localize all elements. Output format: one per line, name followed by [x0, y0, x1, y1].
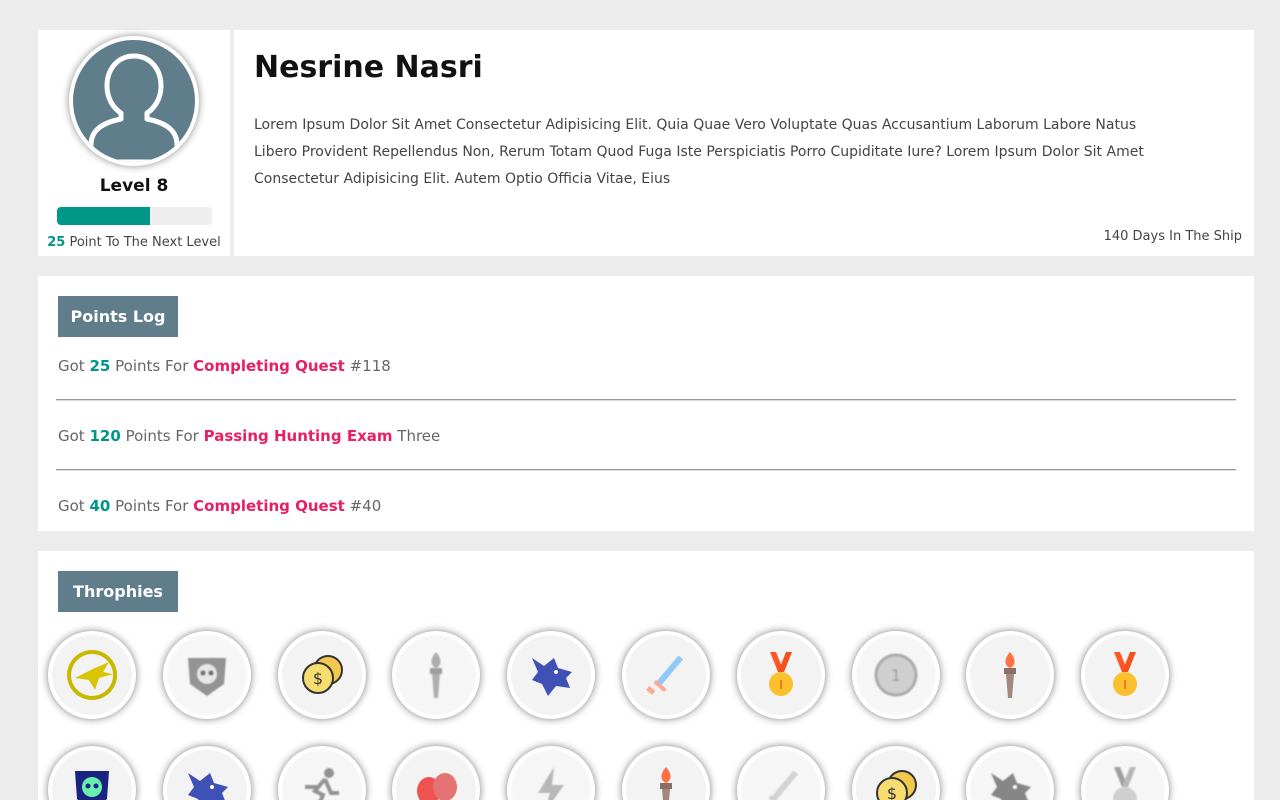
- sword-icon: [740, 750, 821, 800]
- trophy-badge[interactable]: [507, 746, 596, 800]
- log-suffix: #118: [349, 357, 391, 375]
- silver-coin-icon: 1: [855, 635, 936, 715]
- svg-text:I: I: [1123, 678, 1127, 692]
- user-name: Nesrine Nasri: [254, 50, 483, 85]
- gold-medal-icon: I: [1085, 635, 1166, 715]
- trophies-title: Throphies: [58, 571, 178, 612]
- log-action[interactable]: Completing Quest: [193, 497, 345, 515]
- log-action[interactable]: Completing Quest: [193, 357, 345, 375]
- gold-medal-icon: I: [740, 635, 821, 715]
- torch-icon: [396, 635, 477, 715]
- log-points: 120: [89, 427, 121, 445]
- log-middle: Points For: [125, 427, 199, 445]
- trophy-badge[interactable]: [622, 746, 710, 800]
- svg-text:$: $: [887, 784, 897, 800]
- trophy-badge[interactable]: I: [736, 631, 825, 719]
- lightning-icon: [511, 750, 592, 800]
- next-level-text: 25 Point To The Next Level: [38, 235, 230, 250]
- trophy-badge[interactable]: [736, 746, 825, 800]
- next-level-points: 25: [47, 235, 66, 250]
- level-progress-bar: [57, 207, 212, 225]
- days-in-ship: 140 Days In The Ship: [1103, 229, 1242, 244]
- trophy-badge[interactable]: I: [1081, 631, 1170, 719]
- silver-medal-icon: [1085, 750, 1166, 800]
- trophy-badge[interactable]: 1: [851, 631, 940, 719]
- trophy-badge[interactable]: [392, 631, 481, 719]
- log-entry: Got 120 Points For Passing Hunting Exam …: [58, 427, 440, 445]
- trophy-badge[interactable]: [392, 746, 481, 800]
- wolf-head-icon: [970, 750, 1051, 800]
- svg-text:I: I: [779, 678, 783, 692]
- log-entry: Got 40 Points For Completing Quest #40: [58, 497, 381, 515]
- torch-icon: [970, 635, 1051, 715]
- points-log-title: Points Log: [58, 296, 178, 337]
- trophy-badge[interactable]: [277, 746, 366, 800]
- running-man-icon: [281, 750, 362, 800]
- log-prefix: Got: [58, 497, 85, 515]
- skull-trophy-icon: [52, 750, 132, 800]
- svg-text:1: 1: [891, 666, 901, 685]
- log-divider: [56, 399, 1236, 401]
- profile-avatar-card: Level 8 25 Point To The Next Level: [38, 30, 230, 256]
- log-entry: Got 25 Points For Completing Quest #118: [58, 357, 391, 375]
- log-suffix: #40: [349, 497, 382, 515]
- skull-shield-icon: [166, 635, 247, 715]
- log-middle: Points For: [115, 497, 189, 515]
- wolf-head-icon: [166, 750, 247, 800]
- trophy-badge[interactable]: [162, 631, 251, 719]
- hawk-emblem-icon: [52, 635, 132, 715]
- profile-info-card: Nesrine Nasri Lorem Ipsum Dolor Sit Amet…: [234, 30, 1254, 256]
- trophies-card: Throphies $ I 1 I $: [38, 551, 1254, 800]
- user-bio: Lorem Ipsum Dolor Sit Amet Consectetur A…: [254, 117, 1144, 187]
- trophy-badge[interactable]: [1081, 746, 1170, 800]
- log-points: 40: [89, 497, 111, 515]
- trophy-badge[interactable]: $: [851, 746, 940, 800]
- trophy-badge[interactable]: [162, 746, 251, 800]
- log-prefix: Got: [58, 427, 85, 445]
- user-silhouette-icon: [73, 40, 195, 162]
- trophy-badge[interactable]: [622, 631, 710, 719]
- log-middle: Points For: [115, 357, 189, 375]
- boxing-gloves-icon: [396, 750, 477, 800]
- log-action[interactable]: Passing Hunting Exam: [204, 427, 393, 445]
- coins-icon: $: [281, 635, 362, 715]
- next-level-label: Point To The Next Level: [69, 235, 221, 250]
- wolf-head-icon: [511, 635, 592, 715]
- trophy-badge[interactable]: [966, 746, 1055, 800]
- sword-icon: [626, 635, 706, 715]
- torch-icon: [626, 750, 706, 800]
- avatar[interactable]: [69, 36, 199, 166]
- level-label: Level 8: [99, 176, 169, 196]
- trophy-badge[interactable]: [966, 631, 1055, 719]
- level-progress-fill: [57, 207, 150, 225]
- trophy-badge[interactable]: [48, 746, 136, 800]
- trophy-badge[interactable]: $: [277, 631, 366, 719]
- trophy-badge[interactable]: [507, 631, 596, 719]
- points-log-card: Points Log Got 25 Points For Completing …: [38, 276, 1254, 531]
- trophy-badge[interactable]: [48, 631, 136, 719]
- log-prefix: Got: [58, 357, 85, 375]
- log-divider: [56, 469, 1236, 471]
- log-suffix: Three: [397, 427, 441, 445]
- svg-text:$: $: [313, 669, 323, 688]
- coins-icon: $: [855, 750, 936, 800]
- log-points: 25: [89, 357, 111, 375]
